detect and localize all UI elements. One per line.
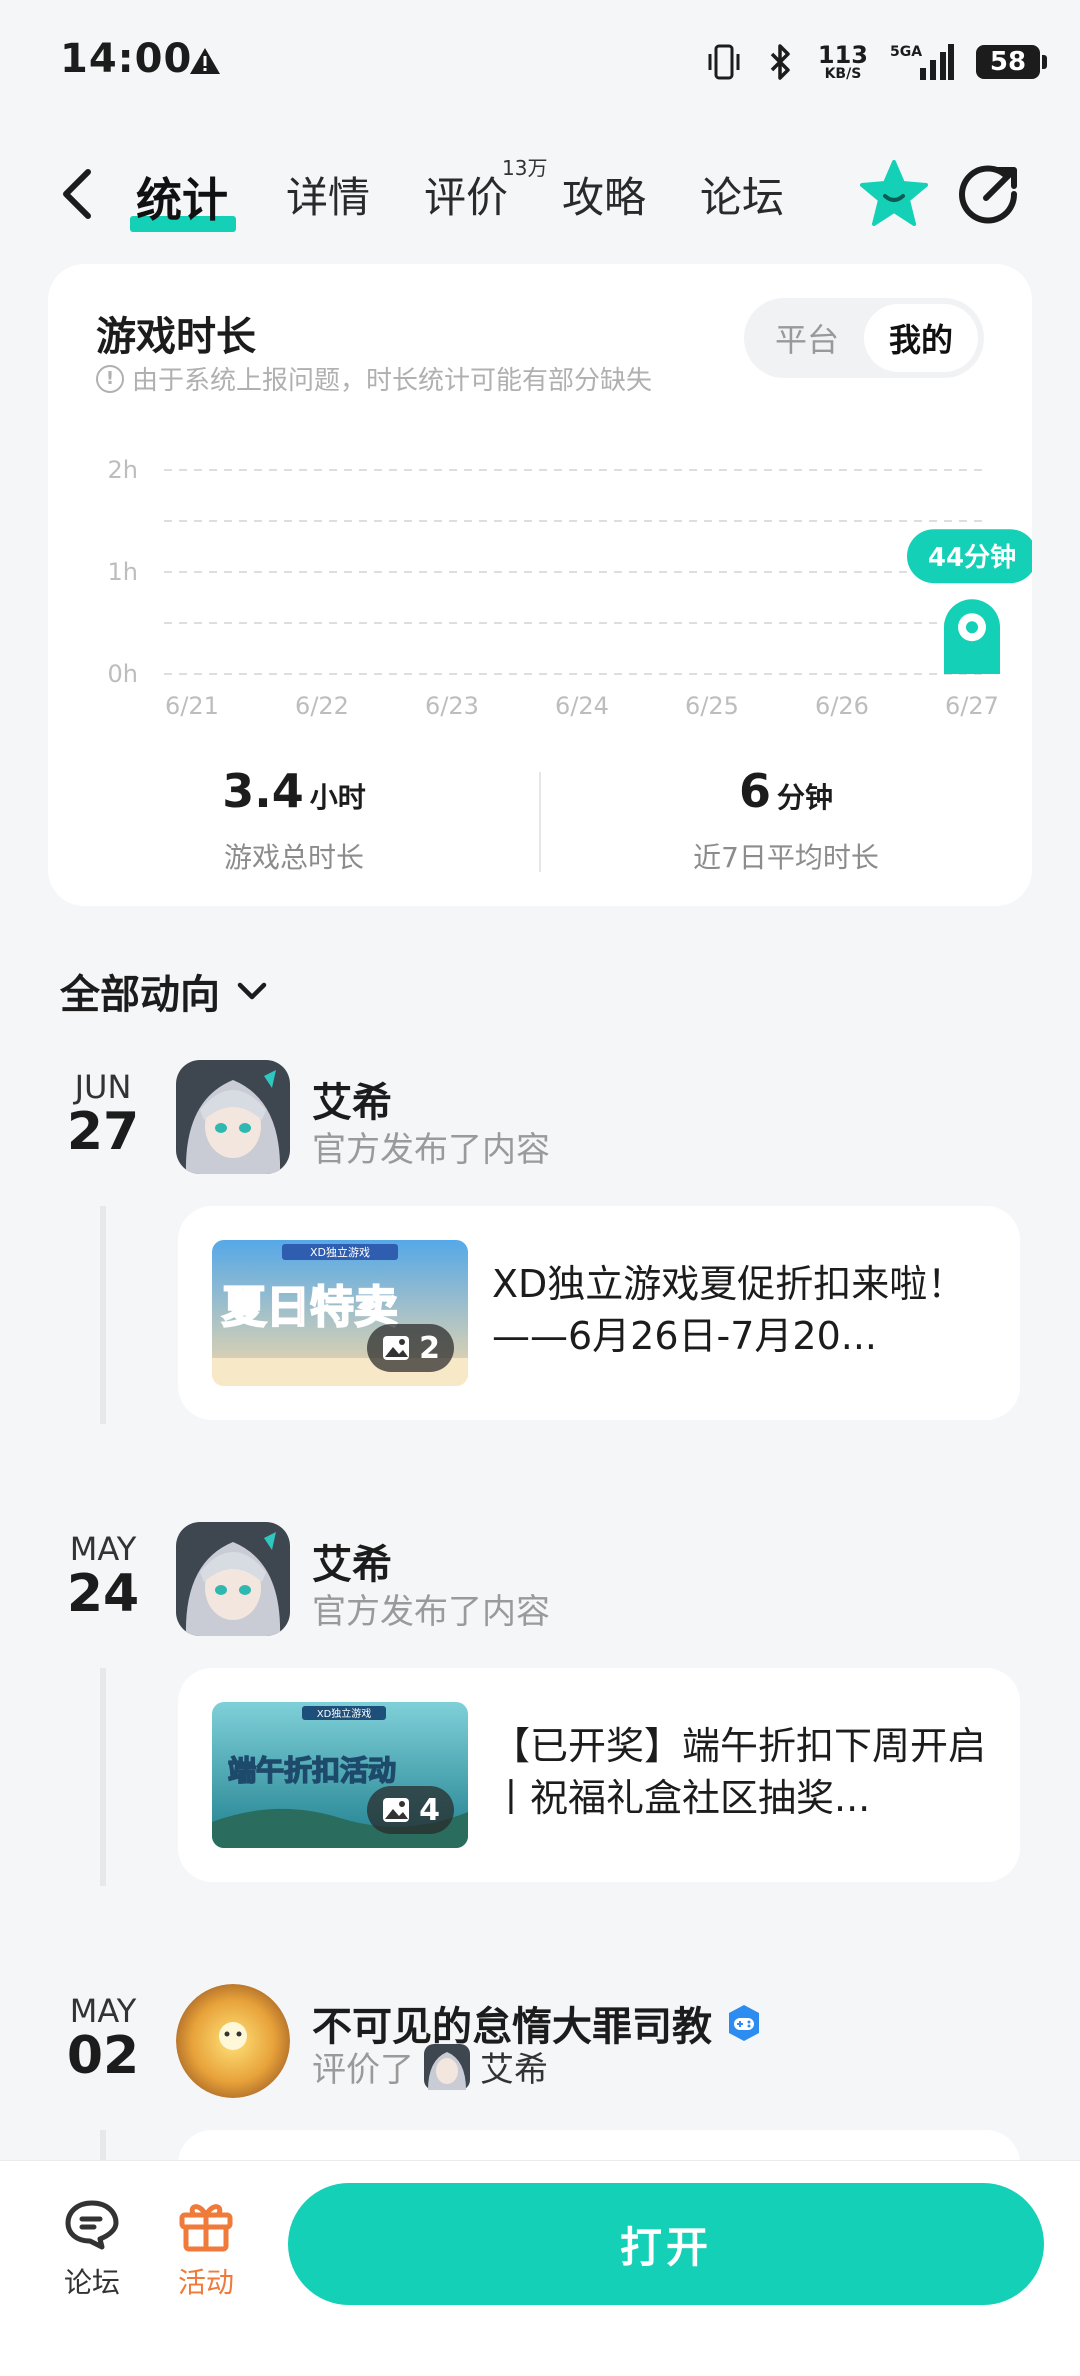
game-controller-badge-icon: [729, 2005, 759, 2041]
avatar-image: [176, 1984, 290, 2098]
svg-text:5GA: 5GA: [890, 44, 922, 60]
gift-icon: [179, 2204, 233, 2252]
chart-x-tick: 6/21: [165, 692, 219, 720]
chart-x-tick: 6/23: [425, 692, 479, 720]
playtime-card: 游戏时长 ! 由于系统上报问题，时长统计可能有部分缺失 平台 我的 0h 1h 2h…: [48, 264, 1032, 906]
reviews-count-badge: 13万: [502, 156, 548, 180]
tab-forum[interactable]: 论坛: [700, 164, 784, 225]
tab-details[interactable]: 详情: [286, 164, 370, 225]
post-thumbnail: XD独立游戏 夏日特卖 2: [212, 1240, 468, 1386]
feed-action: 官方发布了内容: [312, 1592, 550, 1632]
avg-playtime-value: 6: [738, 764, 771, 818]
status-right: 113 KB/S 5GA 58: [704, 40, 1047, 84]
avg-playtime-label: 近7日平均时长: [693, 841, 879, 874]
chevron-down-icon: [237, 982, 267, 1000]
post-title: XD独立游戏夏促折扣来啦！——6月26日-7月20...: [492, 1262, 966, 1358]
bottom-forum-label: 论坛: [63, 2266, 120, 2299]
back-icon[interactable]: [56, 166, 100, 222]
open-game-button[interactable]: 打开: [288, 2183, 1044, 2305]
avatar[interactable]: [176, 1060, 290, 1174]
total-playtime-unit: 小时: [309, 781, 366, 814]
bottom-activity[interactable]: 活动: [156, 2197, 256, 2301]
review-target[interactable]: 艾希: [480, 2042, 548, 2091]
warning-icon: [190, 48, 220, 74]
bluetooth-icon: [770, 44, 790, 80]
timeline-line: [100, 1668, 106, 1886]
bottom-forum[interactable]: 论坛: [42, 2197, 142, 2301]
feed-filter-dropdown[interactable]: 全部动向: [60, 962, 270, 1020]
signal-icon: 5GA: [890, 44, 954, 80]
feed-date-day: 02: [66, 2026, 140, 2086]
chart-x-tick: 6/25: [685, 692, 739, 720]
tab-guides[interactable]: 攻略: [562, 164, 646, 225]
net-speed: 113 KB/S: [817, 41, 868, 82]
feed-filter-label: 全部动向: [60, 972, 220, 1018]
chart-y-tick: 1h: [108, 558, 138, 586]
svg-text:夏日特卖: 夏日特卖: [222, 1282, 398, 1333]
feed-date-month: JUN: [74, 1068, 132, 1106]
total-playtime-label: 游戏总时长: [223, 841, 364, 874]
playtime-chart: 0h 1h 2h 6/21 6/22 6/23 6/24 6/25 6/26 6/27 44分钟: [108, 456, 1032, 720]
tab-stats[interactable]: 统计: [136, 164, 228, 230]
chart-x-tick: 6/27: [945, 692, 999, 720]
feed-date-month: MAY: [69, 1530, 137, 1568]
chart-bar-dot-inner: [966, 621, 978, 634]
forum-icon: [65, 2200, 119, 2250]
share-icon[interactable]: [958, 162, 1022, 226]
avatar[interactable]: [176, 1522, 290, 1636]
feed-author[interactable]: 艾希: [312, 1532, 392, 1590]
star-favorite-icon[interactable]: [858, 158, 930, 230]
feed-action: 评价了 艾希: [312, 2042, 548, 2091]
feed-action: 官方发布了内容: [312, 1130, 550, 1170]
avatar-image: [176, 1060, 290, 1174]
battery-indicator: 58: [976, 45, 1047, 79]
status-bar: 14:00 113 KB/S 5GA 58: [0, 0, 1080, 130]
avg-playtime: 6 分钟 近7日平均时长: [540, 764, 1032, 876]
vibrate-icon: [708, 44, 740, 80]
chart-x-tick: 6/26: [815, 692, 869, 720]
bottom-bar: 论坛 活动 打开: [0, 2160, 1080, 2376]
image-icon: [383, 1336, 410, 1360]
feed-date-day: 24: [66, 1564, 140, 1624]
svg-text:XD独立游戏: XD独立游戏: [317, 1707, 372, 1720]
post-thumbnail: XD独立游戏 端午折扣活动 4: [212, 1702, 468, 1848]
chart-y-tick: 0h: [108, 660, 138, 688]
image-count-badge: 2: [367, 1324, 454, 1372]
image-icon: [383, 1798, 410, 1822]
avatar-image: [176, 1522, 290, 1636]
chart-y-tick: 2h: [108, 456, 138, 484]
tab-reviews[interactable]: 评价: [424, 164, 508, 225]
avg-playtime-unit: 分钟: [777, 781, 834, 814]
feed-date-day: 27: [66, 1102, 140, 1162]
svg-text:XD独立游戏: XD独立游戏: [310, 1245, 370, 1259]
bottom-activity-label: 活动: [177, 2266, 234, 2299]
status-time: 14:00: [60, 36, 193, 82]
total-playtime: 3.4 小时 游戏总时长: [48, 764, 540, 876]
total-playtime-value: 3.4: [222, 764, 304, 818]
avatar[interactable]: [176, 1984, 290, 2098]
timeline-line: [100, 1206, 106, 1424]
feed-author[interactable]: 艾希: [312, 1070, 392, 1128]
chart-value-label: 44分钟: [928, 542, 1016, 573]
feed-date-month: MAY: [69, 1992, 137, 2030]
top-nav: 统计 详情 评价 13万 攻略 论坛: [0, 150, 1080, 240]
post-card[interactable]: XD独立游戏 端午折扣活动 4 【已开奖】端午折扣下周开启丨祝福礼盒社区抽奖..…: [178, 1668, 1020, 1882]
game-mini-avatar: [424, 2043, 470, 2090]
post-card[interactable]: XD独立游戏 夏日特卖 2 XD独立游戏夏促折扣来啦！——6月26日-7月20.…: [178, 1206, 1020, 1420]
chart-x-tick: 6/24: [555, 692, 609, 720]
chart-x-tick: 6/22: [295, 692, 349, 720]
svg-text:端午折扣活动: 端午折扣活动: [228, 1754, 396, 1787]
post-title: 【已开奖】端午折扣下周开启丨祝福礼盒社区抽奖...: [492, 1724, 987, 1820]
image-count-badge: 4: [367, 1786, 454, 1834]
